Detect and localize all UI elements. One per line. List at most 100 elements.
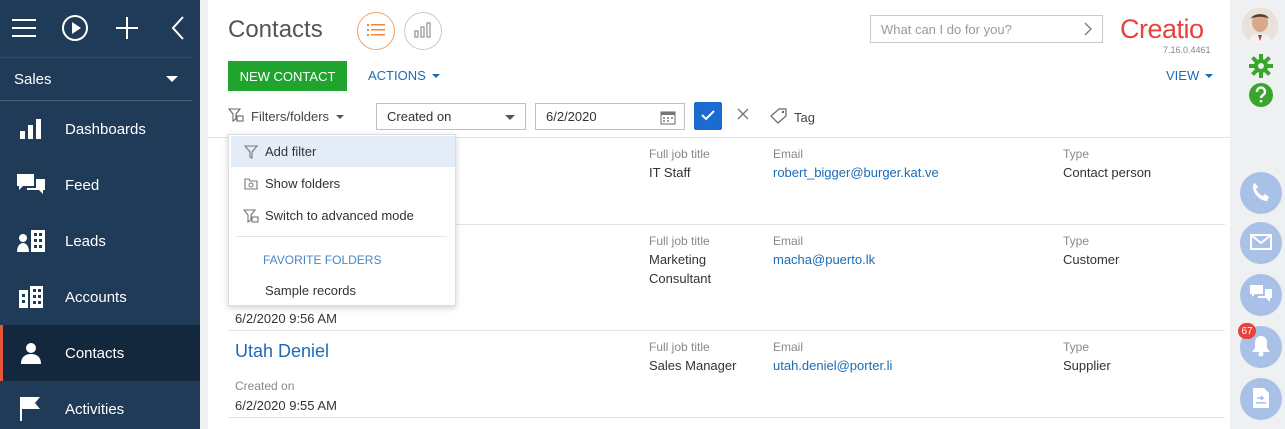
menu-item-label: Add filter <box>265 144 317 159</box>
email-link[interactable]: macha@puerto.lk <box>773 252 875 267</box>
email-link[interactable]: utah.deniel@porter.li <box>773 358 892 373</box>
actions-label: ACTIONS <box>368 68 426 83</box>
type-value: Supplier <box>1063 358 1111 373</box>
chat-button[interactable] <box>1240 274 1282 316</box>
phone-button[interactable] <box>1240 172 1282 214</box>
job-title-label: Full job title <box>649 147 710 161</box>
sidebar-top-bar <box>0 0 200 57</box>
chevron-right-icon[interactable] <box>1084 22 1092 39</box>
notification-badge: 67 <box>1238 323 1256 339</box>
analytics-view-button[interactable] <box>404 12 442 50</box>
accounts-icon <box>16 286 46 308</box>
menu-icon[interactable] <box>10 14 38 42</box>
apply-filter-button[interactable] <box>694 102 722 130</box>
advanced-filter-icon <box>231 208 265 223</box>
phone-icon <box>1251 182 1271 205</box>
sidebar-item-label: Activities <box>65 400 125 418</box>
sidebar-item-label: Contacts <box>65 344 125 362</box>
activities-icon <box>16 397 46 421</box>
command-search-input[interactable]: What can I do for you? <box>870 15 1103 43</box>
help-icon[interactable] <box>1249 83 1273 110</box>
type-value: Customer <box>1063 252 1120 267</box>
menu-item-show-folders[interactable]: Show folders <box>231 168 455 199</box>
leads-icon <box>16 230 46 252</box>
bar-chart-icon <box>414 21 432 41</box>
processes-button[interactable] <box>1240 378 1282 420</box>
record-separator <box>228 330 1225 331</box>
filter-date-input[interactable]: 6/2/2020 <box>535 103 685 130</box>
close-icon <box>737 108 749 123</box>
sidebar-item-contacts[interactable]: Contacts <box>0 325 200 381</box>
add-icon[interactable] <box>113 14 141 42</box>
created-on-label: Created on <box>235 379 295 393</box>
filter-column-value: Created on <box>387 109 452 124</box>
check-icon <box>701 109 715 124</box>
sidebar-item-label: Leads <box>65 232 106 250</box>
chat-icon <box>1250 284 1272 306</box>
email-button[interactable] <box>1240 222 1282 264</box>
new-contact-button[interactable]: NEW CONTACT <box>228 61 347 91</box>
sidebar-item-activities[interactable]: Activities <box>0 381 200 429</box>
chevron-down-icon <box>1205 73 1214 78</box>
email-label: Email <box>773 147 804 161</box>
tag-icon <box>770 108 788 127</box>
sidebar-item-leads[interactable]: Leads <box>0 213 200 269</box>
list-view-button[interactable] <box>357 12 395 50</box>
cancel-filter-button[interactable] <box>737 108 749 123</box>
sidebar-item-dashboards[interactable]: Dashboards <box>0 101 200 157</box>
filters-label: Filters/folders <box>251 109 330 124</box>
menu-item-label: Switch to advanced mode <box>265 208 414 223</box>
filter-folder-icon <box>227 108 244 125</box>
feed-icon <box>16 174 46 196</box>
favorite-folders-header: FAVORITE FOLDERS <box>263 253 382 267</box>
view-label: VIEW <box>1166 68 1200 83</box>
creatio-logo: Creatio <box>1120 14 1204 44</box>
record-name-link[interactable]: Utah Deniel <box>235 341 329 362</box>
job-title-label: Full job title <box>649 234 710 248</box>
filter-date-value: 6/2/2020 <box>546 109 597 124</box>
gear-icon[interactable] <box>1249 54 1273 81</box>
sidebar-item-label: Dashboards <box>65 120 146 138</box>
collapse-icon[interactable] <box>164 14 192 42</box>
job-title-value: Sales Manager <box>649 358 737 373</box>
bell-icon <box>1251 335 1271 360</box>
calendar-icon[interactable] <box>660 110 676 128</box>
page-title: Contacts <box>228 16 323 43</box>
sidebar-item-feed[interactable]: Feed <box>0 157 200 213</box>
workplace-label: Sales <box>14 70 52 88</box>
sidebar-item-label: Accounts <box>65 288 127 306</box>
search-placeholder: What can I do for you? <box>881 21 1012 37</box>
created-on-value: 6/2/2020 9:55 AM <box>235 398 337 413</box>
record-separator <box>228 417 1225 418</box>
main-panel: Contacts What can I do for you? Creatio … <box>208 0 1230 429</box>
chevron-down-icon <box>505 115 515 120</box>
chevron-down-icon <box>336 114 345 119</box>
dashboards-icon <box>16 119 46 139</box>
email-link[interactable]: robert_bigger@burger.kat.ve <box>773 165 939 180</box>
sidebar: Sales Dashboards Feed Leads Accounts Con… <box>0 0 200 429</box>
view-button[interactable]: VIEW <box>1166 68 1214 83</box>
filters-folders-button[interactable]: Filters/folders <box>227 108 345 125</box>
filter-icon <box>231 144 265 159</box>
communication-panel: 67 <box>1236 0 1285 429</box>
job-title-label: Full job title <box>649 340 710 354</box>
email-label: Email <box>773 234 804 248</box>
menu-item-advanced-mode[interactable]: Switch to advanced mode <box>231 200 455 231</box>
actions-button[interactable]: ACTIONS <box>368 68 440 83</box>
sidebar-item-accounts[interactable]: Accounts <box>0 269 200 325</box>
email-label: Email <box>773 340 804 354</box>
avatar[interactable] <box>1242 8 1278 44</box>
filter-column-select[interactable]: Created on <box>376 103 526 130</box>
type-value: Contact person <box>1063 165 1152 180</box>
play-icon[interactable] <box>61 14 89 42</box>
list-icon <box>367 23 385 40</box>
sidebar-item-label: Feed <box>65 176 100 194</box>
tag-button[interactable]: Tag <box>770 108 815 127</box>
filters-dropdown-menu: Add filter Show folders Switch to advanc… <box>228 134 456 306</box>
workplace-selector[interactable]: Sales <box>0 57 192 101</box>
menu-item-add-filter[interactable]: Add filter <box>231 136 455 167</box>
menu-item-sample-records[interactable]: Sample records <box>265 283 356 298</box>
job-title-value: Marketing Consultant <box>649 252 712 286</box>
job-title-value: IT Staff <box>649 165 691 180</box>
document-arrow-icon <box>1252 387 1270 412</box>
